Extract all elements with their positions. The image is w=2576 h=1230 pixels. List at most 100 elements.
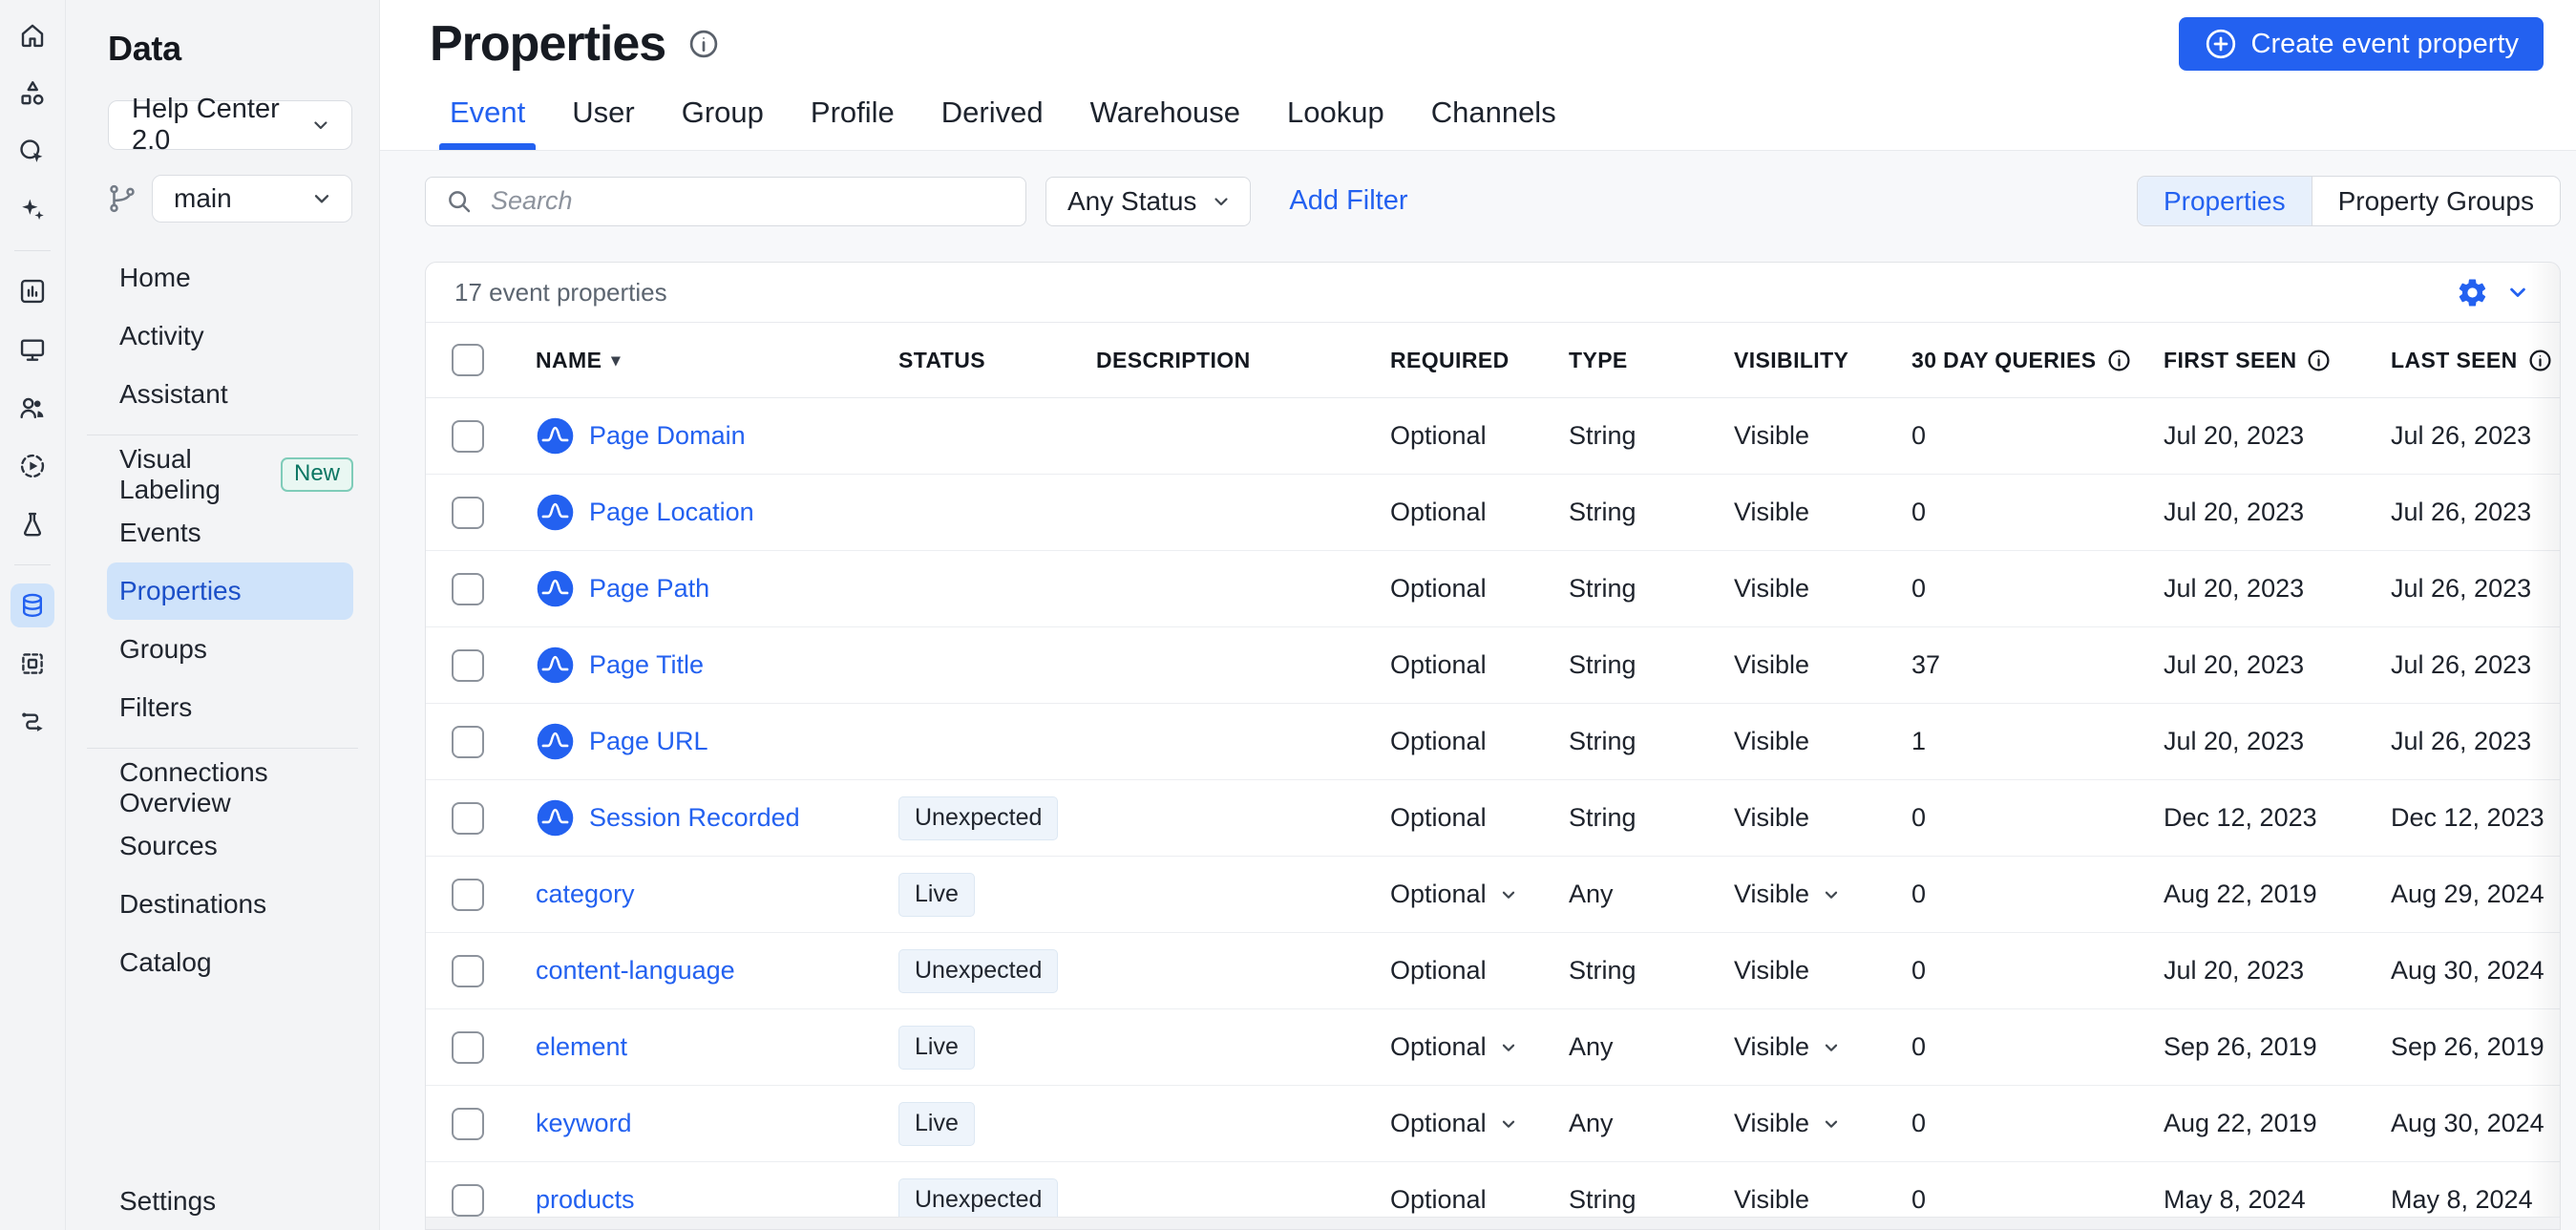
type-cell: String (1543, 956, 1708, 986)
tab-lookup[interactable]: Lookup (1287, 95, 1384, 150)
sidebar-item-destinations[interactable]: Destinations (107, 876, 353, 933)
sidebar-item-label: Destinations (119, 889, 266, 920)
connections-route-icon[interactable] (11, 700, 54, 744)
row-checkbox[interactable] (452, 1108, 484, 1140)
tab-group[interactable]: Group (682, 95, 764, 150)
type-cell: String (1543, 498, 1708, 527)
view-toggle-properties[interactable]: Properties (2138, 177, 2312, 225)
property-name-link[interactable]: Page Location (536, 493, 754, 532)
charts-icon[interactable] (11, 269, 54, 313)
click-tracking-icon[interactable] (11, 130, 54, 174)
row-checkbox[interactable] (452, 726, 484, 758)
horizontal-scrollbar[interactable] (426, 1217, 2560, 1229)
tab-channels[interactable]: Channels (1431, 95, 1556, 150)
tab-event[interactable]: Event (450, 95, 525, 150)
project-selector-value: Help Center 2.0 (132, 94, 309, 157)
table-row-category: categoryLiveOptionalAnyVisible0Aug 22, 2… (426, 857, 2560, 933)
property-name-link[interactable]: Page URL (536, 722, 708, 761)
search-input[interactable] (491, 186, 1006, 216)
cell-dropdown[interactable]: Optional (1390, 1109, 1519, 1138)
main-area: Properties Create event property Event Us… (380, 0, 2576, 1230)
sidebar-item-catalog[interactable]: Catalog (107, 934, 353, 991)
info-icon[interactable] (2527, 348, 2553, 373)
data-database-icon[interactable] (11, 583, 54, 627)
view-toggle-property-groups[interactable]: Property Groups (2312, 177, 2560, 225)
status-filter-dropdown[interactable]: Any Status (1045, 177, 1251, 226)
sidebar-item-events[interactable]: Events (107, 504, 353, 562)
branch-selector[interactable]: main (152, 175, 352, 223)
cell-dropdown[interactable]: Visible (1734, 1032, 1842, 1062)
property-name-link[interactable]: Page Path (536, 569, 709, 608)
table-settings-gear-icon[interactable] (2456, 276, 2489, 309)
property-name-link[interactable]: element (536, 1032, 627, 1062)
first-seen-cell: Jul 20, 2023 (2138, 574, 2365, 604)
select-all-checkbox[interactable] (452, 344, 484, 376)
column-header-name[interactable]: NAME▾ (510, 348, 873, 373)
cell-dropdown[interactable]: Visible (1734, 1109, 1842, 1138)
property-name-link[interactable]: content-language (536, 956, 735, 986)
sidebar-item-assistant[interactable]: Assistant (107, 366, 353, 423)
sidebar-item-connections-overview[interactable]: Connections Overview (107, 759, 353, 816)
sidebar-item-sources[interactable]: Sources (107, 817, 353, 875)
sidebar-item-home[interactable]: Home (107, 249, 353, 307)
last-seen-cell: May 8, 2024 (2365, 1185, 2560, 1215)
property-name-link[interactable]: category (536, 880, 635, 909)
row-checkbox[interactable] (452, 649, 484, 682)
required-cell: Optional (1364, 1109, 1543, 1138)
tab-derived[interactable]: Derived (941, 95, 1044, 150)
table-row-page-url: Page URLOptionalStringVisible1Jul 20, 20… (426, 704, 2560, 780)
row-checkbox[interactable] (452, 573, 484, 605)
cell-dropdown[interactable]: Visible (1734, 880, 1842, 909)
last-seen-cell: Jul 26, 2023 (2365, 574, 2560, 604)
table-settings-chevron-icon[interactable] (2504, 279, 2531, 306)
row-checkbox[interactable] (452, 497, 484, 529)
new-badge: New (281, 457, 353, 493)
property-name-link[interactable]: Page Domain (536, 416, 746, 456)
queries-30d-cell: 0 (1886, 574, 2138, 604)
property-name-link[interactable]: products (536, 1185, 635, 1215)
type-cell: Any (1543, 1032, 1708, 1062)
property-name-link[interactable]: Page Title (536, 646, 704, 685)
property-name-link[interactable]: Session Recorded (536, 798, 800, 838)
tab-user[interactable]: User (572, 95, 634, 150)
users-icon[interactable] (11, 386, 54, 430)
sidebar-item-label: Activity (119, 321, 204, 351)
home-icon[interactable] (11, 13, 54, 57)
add-filter-link[interactable]: Add Filter (1289, 185, 1407, 217)
cell-dropdown[interactable]: Optional (1390, 1032, 1519, 1062)
shapes-icon[interactable] (11, 72, 54, 116)
info-icon[interactable] (2106, 348, 2132, 373)
cell-dropdown[interactable]: Optional (1390, 880, 1519, 909)
experiment-flask-icon[interactable] (11, 502, 54, 546)
row-checkbox[interactable] (452, 420, 484, 453)
required-cell: Optional (1364, 574, 1543, 604)
sidebar-item-groups[interactable]: Groups (107, 621, 353, 678)
sidebar-item-properties[interactable]: Properties (107, 562, 353, 620)
canvas-frame-icon[interactable] (11, 642, 54, 686)
row-checkbox[interactable] (452, 955, 484, 987)
row-checkbox[interactable] (452, 1184, 484, 1217)
sidebar-item-visual-labeling[interactable]: Visual LabelingNew (107, 446, 353, 503)
page-title-info-icon[interactable] (686, 27, 721, 61)
sparkles-icon[interactable] (11, 188, 54, 232)
sidebar-item-settings[interactable]: Settings (119, 1186, 379, 1217)
sidebar-footer: Settings (66, 1186, 379, 1230)
row-checkbox[interactable] (452, 1031, 484, 1064)
first-seen-cell: Jul 20, 2023 (2138, 421, 2365, 451)
property-name-link[interactable]: keyword (536, 1109, 632, 1138)
status-badge: Unexpected (898, 1178, 1058, 1222)
create-event-property-button[interactable]: Create event property (2179, 17, 2544, 71)
session-replay-icon[interactable] (11, 444, 54, 488)
sidebar-item-filters[interactable]: Filters (107, 679, 353, 736)
tab-warehouse[interactable]: Warehouse (1090, 95, 1240, 150)
status-cell: Live (873, 873, 1070, 917)
monitor-icon[interactable] (11, 328, 54, 371)
table-row-page-path: Page PathOptionalStringVisible0Jul 20, 2… (426, 551, 2560, 627)
sidebar-item-label: Properties (119, 576, 242, 606)
row-checkbox[interactable] (452, 879, 484, 911)
project-selector[interactable]: Help Center 2.0 (108, 100, 352, 150)
sidebar-item-activity[interactable]: Activity (107, 308, 353, 365)
row-checkbox[interactable] (452, 802, 484, 835)
info-icon[interactable] (2306, 348, 2332, 373)
tab-profile[interactable]: Profile (811, 95, 895, 150)
